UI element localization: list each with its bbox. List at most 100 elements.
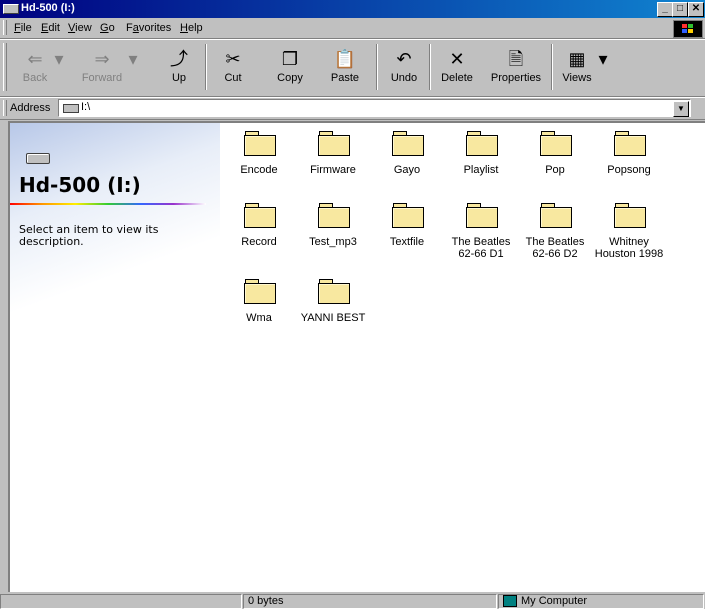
forward-label: Forward (81, 72, 123, 84)
toolbar-separator (551, 44, 553, 90)
folder-icon (317, 201, 350, 228)
status-zone: My Computer (521, 595, 588, 607)
folder-item[interactable]: Pop (518, 129, 592, 176)
folder-name: The Beatles 62-66 D1 (451, 236, 511, 260)
folder-item[interactable]: Playlist (444, 129, 518, 176)
views-label: Views (562, 72, 592, 84)
menu-go[interactable]: Go (100, 22, 115, 34)
folder-icon (613, 129, 646, 156)
minimize-button[interactable]: _ (657, 2, 673, 17)
close-button[interactable]: ✕ (688, 2, 704, 17)
folder-name: Encode (240, 164, 278, 176)
copy-button[interactable]: ❐ Copy (270, 46, 310, 84)
divider-line (10, 203, 206, 205)
item-description: Select an item to view its description. (19, 223, 159, 248)
chevron-down-icon: ▾ (128, 49, 138, 69)
folder-name: The Beatles 62-66 D2 (525, 236, 585, 260)
address-label: Address (10, 102, 51, 114)
folder-icon (243, 277, 276, 304)
views-grid-icon: ▦ (568, 49, 586, 69)
folder-name: Playlist (463, 164, 499, 176)
properties-label: Properties (490, 72, 542, 84)
scissors-icon: ✂ (225, 49, 241, 69)
forward-arrow-icon: ⇒ (94, 49, 110, 69)
status-size: 0 bytes (248, 595, 284, 607)
paste-icon: 📋 (333, 49, 357, 69)
folder-name: Test_mp3 (309, 236, 357, 248)
folder-name: Pop (545, 164, 565, 176)
folder-icon (465, 201, 498, 228)
views-dropdown[interactable]: ▾ (596, 46, 610, 72)
cut-button[interactable]: ✂ Cut (216, 46, 250, 84)
address-grip[interactable] (3, 100, 7, 116)
delete-button[interactable]: ✕ Delete (436, 46, 478, 84)
folder-item[interactable]: Textfile (370, 201, 444, 248)
forward-button[interactable]: ⇒ Forward (78, 46, 126, 84)
status-pane-zone: My Computer (498, 594, 704, 609)
folder-icon (539, 129, 572, 156)
menu-grip[interactable] (3, 20, 7, 35)
folder-item[interactable]: YANNI BEST (296, 277, 370, 324)
toolbar-separator (429, 44, 431, 90)
drive-icon (3, 4, 19, 14)
up-folder-icon: ⤴ (170, 49, 188, 69)
window-title: Hd-500 (I:) (21, 2, 75, 14)
chevron-down-icon: ▾ (598, 49, 608, 69)
properties-icon: 🗎 (508, 49, 524, 69)
menu-favorites[interactable]: Favorites (126, 22, 171, 34)
folder-item[interactable]: Firmware (296, 129, 370, 176)
delete-x-icon: ✕ (449, 49, 465, 69)
address-input[interactable]: I:\ ▼ (58, 99, 691, 117)
my-computer-icon (503, 595, 517, 607)
title-bar[interactable]: Hd-500 (I:) _ □ ✕ (0, 0, 705, 18)
folder-item[interactable]: Test_mp3 (296, 201, 370, 248)
properties-button[interactable]: 🗎 Properties (486, 46, 546, 84)
toolbar-grip[interactable] (3, 43, 7, 91)
folder-item[interactable]: The Beatles 62-66 D1 (444, 201, 518, 260)
address-value: I:\ (81, 101, 91, 113)
folder-icon (317, 129, 350, 156)
folder-view[interactable]: Hd-500 (I:) Select an item to view its d… (8, 121, 705, 592)
menu-file[interactable]: File (14, 22, 32, 34)
removable-drive-icon (26, 153, 50, 164)
back-dropdown[interactable]: ▾ (52, 46, 66, 72)
maximize-button[interactable]: □ (672, 2, 688, 17)
folder-name: Whitney Houston 1998 (594, 236, 664, 260)
folder-icon (317, 277, 350, 304)
delete-label: Delete (441, 72, 473, 84)
folder-icon (539, 201, 572, 228)
folder-item[interactable]: Gayo (370, 129, 444, 176)
views-button[interactable]: ▦ Views (558, 46, 596, 84)
undo-label: Undo (390, 72, 418, 84)
folder-item[interactable]: Wma (222, 277, 296, 324)
forward-dropdown[interactable]: ▾ (126, 46, 140, 72)
folder-icon (613, 201, 646, 228)
address-bar: Address I:\ ▼ (0, 97, 705, 120)
folder-name: Gayo (393, 164, 421, 176)
menu-edit[interactable]: Edit (41, 22, 60, 34)
menu-help[interactable]: Help (180, 22, 203, 34)
folder-item[interactable]: Encode (222, 129, 296, 176)
back-button[interactable]: ⇐ Back (18, 46, 52, 84)
folder-item[interactable]: The Beatles 62-66 D2 (518, 201, 592, 260)
folder-item[interactable]: Whitney Houston 1998 (592, 201, 666, 260)
folder-name: Popsong (607, 164, 651, 176)
up-button[interactable]: ⤴ Up (162, 46, 196, 84)
webview-info-panel: Hd-500 (I:) Select an item to view its d… (10, 123, 220, 592)
folder-item[interactable]: Popsong (592, 129, 666, 176)
folder-name: Record (241, 236, 277, 248)
undo-button[interactable]: ↶ Undo (384, 46, 424, 84)
paste-label: Paste (330, 72, 360, 84)
paste-button[interactable]: 📋 Paste (324, 46, 366, 84)
menu-view[interactable]: View (68, 22, 92, 34)
back-label: Back (22, 72, 48, 84)
folder-icon (465, 129, 498, 156)
status-bar: 0 bytes My Computer (0, 593, 705, 609)
folder-icon (243, 201, 276, 228)
folder-icon (243, 129, 276, 156)
address-dropdown-button[interactable]: ▼ (673, 101, 689, 117)
folder-item[interactable]: Record (222, 201, 296, 248)
toolbar-separator (205, 44, 207, 90)
cut-label: Cut (224, 72, 242, 84)
standard-toolbar: ⇐ Back ▾ ⇒ Forward ▾ ⤴ Up ✂ Cut ❐ Copy 📋… (0, 39, 705, 97)
